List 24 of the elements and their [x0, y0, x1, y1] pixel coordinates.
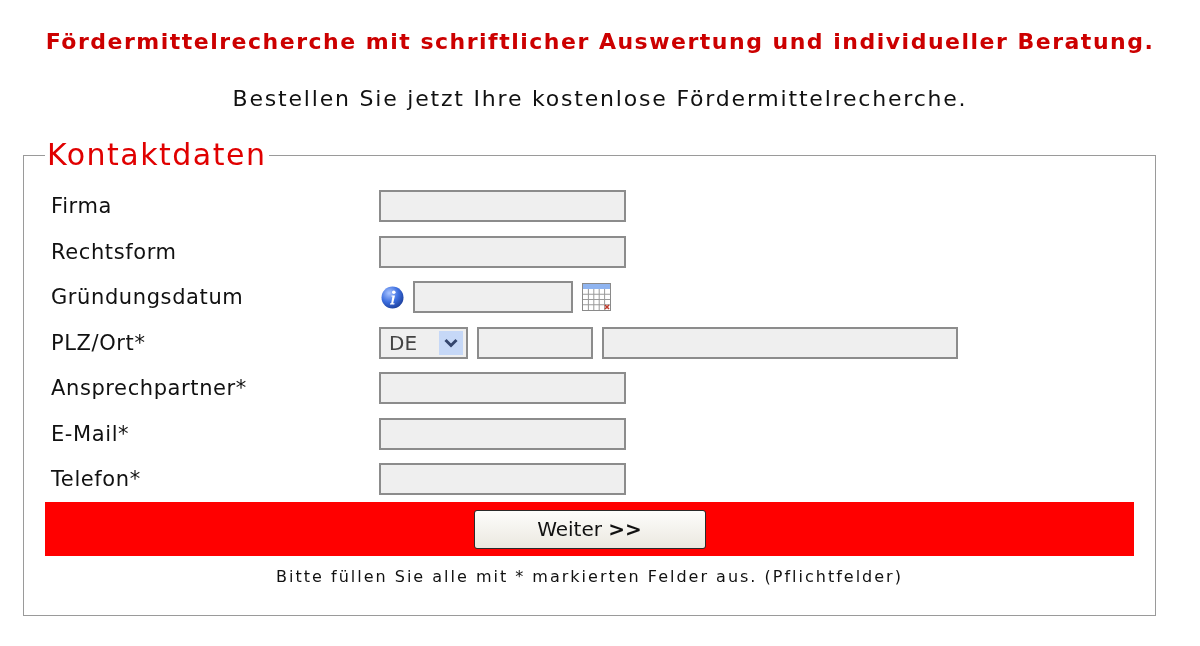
- field-label: E-Mail*: [51, 420, 130, 447]
- input-field[interactable]: [379, 417, 626, 450]
- city-field[interactable]: [602, 326, 958, 359]
- input-field[interactable]: [379, 372, 626, 404]
- input-field[interactable]: [379, 190, 626, 222]
- section-title: Kontaktdaten: [46, 138, 268, 172]
- input-field[interactable]: [379, 463, 626, 495]
- field-label: Telefon*: [51, 466, 141, 492]
- field-label: Firma: [51, 193, 112, 219]
- country-select[interactable]: DE: [379, 326, 468, 359]
- page-subtitle: Bestellen Sie jetzt Ihre kostenlose Fördermittelrecherche.: [232, 86, 968, 112]
- postal-code-field[interactable]: [477, 326, 593, 359]
- calendar-icon[interactable]: [582, 283, 611, 311]
- date-field[interactable]: [413, 281, 573, 313]
- field-label: PLZ/Ort*: [51, 329, 146, 356]
- required-fields-note: Bitte füllen Sie alle mit * markierten Felder aus. (Pflichtfelder): [275, 567, 904, 587]
- field-label: Ansprechpartner*: [51, 375, 247, 401]
- info-icon: [381, 285, 404, 309]
- field-label: Gründungsdatum: [51, 284, 244, 310]
- input-field[interactable]: [379, 235, 626, 268]
- next-button[interactable]: Weiter >>: [473, 509, 706, 549]
- field-label: Rechtsform: [51, 238, 177, 265]
- page-headline: Fördermittelrecherche mit schriftlicher Auswertung und individueller Beratung.: [45, 29, 1155, 55]
- chevron-down-icon: [439, 330, 463, 355]
